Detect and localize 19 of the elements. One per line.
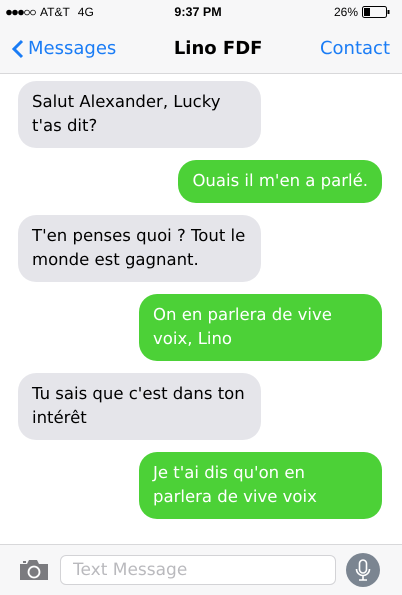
- battery-icon: [362, 6, 390, 18]
- battery-percent: 26%: [334, 5, 358, 19]
- contact-button[interactable]: Contact: [320, 38, 390, 59]
- network-type: 4G: [78, 5, 94, 19]
- message-bubble: On en parlera de vive voix, Lino: [139, 294, 382, 361]
- message-bubble: Tu sais que c'est dans ton intérêt: [18, 373, 261, 440]
- carrier-name: AT&T: [40, 5, 70, 19]
- message-bubble: Salut Alexander, Lucky t'as dit?: [18, 81, 261, 148]
- signal-icon: [6, 8, 36, 16]
- back-chevron-icon: [12, 38, 24, 58]
- message-input[interactable]: Text Message: [60, 555, 336, 585]
- back-button[interactable]: Messages: [12, 38, 116, 59]
- conversation-title: Lino FDF: [174, 38, 262, 59]
- message-bubble: Je t'ai dis qu'on en parlera de vive voix: [139, 452, 382, 519]
- microphone-icon[interactable]: [346, 553, 380, 587]
- message-bubble: Ouais il m'en a parlé.: [178, 160, 382, 203]
- message-bubble: T'en penses quoi ? Tout le monde est gagnant.: [18, 215, 261, 282]
- status-time: 9:37 PM: [174, 5, 222, 19]
- camera-icon[interactable]: [18, 559, 50, 581]
